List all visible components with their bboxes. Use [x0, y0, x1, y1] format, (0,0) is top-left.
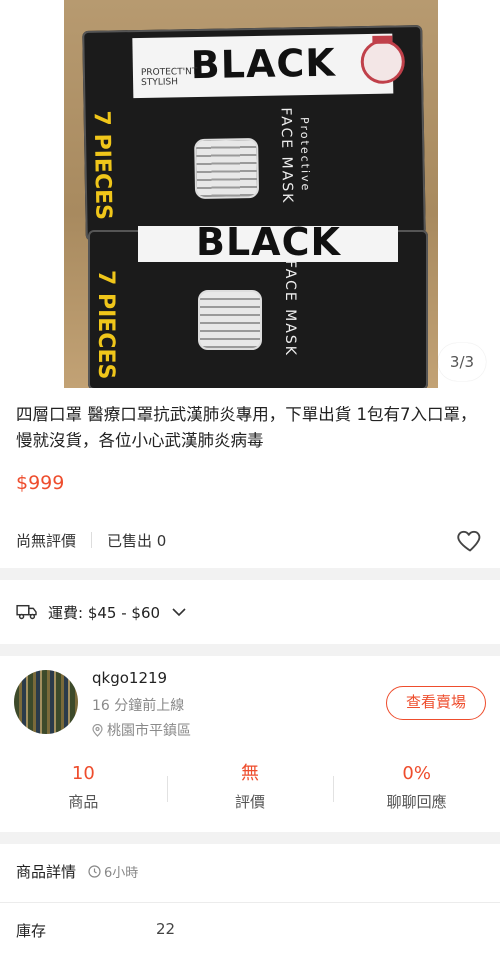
seller-location: 桃園市平鎮區 — [92, 720, 191, 740]
seller-stat-value: 無 — [241, 763, 259, 784]
details-header: 商品詳情 6小時 — [16, 861, 138, 882]
details-time-text: 6小時 — [104, 866, 139, 881]
seller-stats: 10 商品 無 評價 0% 聊聊回應 — [0, 760, 500, 820]
seller-stat-products[interactable]: 10 商品 — [0, 760, 167, 820]
shipping-fee: 運費: $45 - $60 — [48, 603, 161, 622]
product-price: $999 — [16, 472, 65, 494]
package-brand: BLACK — [190, 40, 337, 88]
details-time: 6小時 — [88, 862, 138, 881]
package-pieces: 7 PIECES — [88, 110, 116, 221]
seller-stat-label: 評價 — [235, 793, 266, 811]
product-page: BLACK PROTECT'NT STYLISH 7 PIECES FACE M… — [0, 0, 500, 960]
seller-stat-label: 商品 — [68, 793, 99, 811]
seller-location-text: 桃園市平鎮區 — [107, 723, 191, 739]
divider — [0, 902, 500, 903]
seller-stat-label: 聊聊回應 — [386, 793, 447, 811]
mask-package-bottom: BLACK 7 PIECES FACE MASK — [88, 220, 428, 388]
package-pieces-2: 7 PIECES — [93, 270, 118, 380]
package-protective: Protective — [297, 117, 313, 193]
seller-avatar[interactable] — [14, 670, 78, 734]
package-face-mask: FACE MASK — [277, 107, 296, 205]
stock-label: 庫存 — [16, 922, 47, 940]
seller-name[interactable]: qkgo1219 — [92, 669, 167, 687]
heart-icon[interactable] — [456, 526, 484, 554]
mask-package-top: BLACK PROTECT'NT STYLISH 7 PIECES FACE M… — [82, 25, 426, 241]
seller-stat-chat-response[interactable]: 0% 聊聊回應 — [333, 760, 500, 820]
location-pin-icon — [92, 723, 103, 737]
package-subtitle: PROTECT'NT STYLISH — [140, 66, 198, 88]
shipping-row[interactable]: 運費: $45 - $60 — [16, 598, 186, 626]
package-face-mask-2: FACE MASK — [282, 260, 298, 357]
view-shop-button[interactable]: 查看賣場 — [386, 686, 486, 720]
product-stats: 尚無評價 已售出 0 — [16, 528, 166, 552]
details-heading: 商品詳情 — [16, 863, 77, 881]
image-counter: 3/3 — [438, 343, 486, 381]
stats-divider — [91, 532, 93, 548]
truck-icon — [16, 604, 37, 620]
sold-count: 已售出 0 — [107, 531, 167, 550]
section-gap — [0, 644, 500, 656]
product-title: 四層口罩 醫療口罩抗武漢肺炎專用，下單出貨 1包有7入口罩，慢就沒貨，各位小心武… — [16, 405, 477, 450]
product-image-carousel[interactable]: BLACK PROTECT'NT STYLISH 7 PIECES FACE M… — [0, 0, 500, 388]
section-gap — [0, 568, 500, 580]
product-photo: BLACK PROTECT'NT STYLISH 7 PIECES FACE M… — [64, 0, 438, 388]
section-gap — [0, 832, 500, 844]
rating-text: 尚無評價 — [16, 531, 77, 550]
seller-last-online: 16 分鐘前上線 — [92, 698, 185, 714]
package-brand-2: BLACK — [196, 220, 341, 264]
clock-icon — [88, 865, 101, 878]
stock-value: 22 — [156, 920, 176, 938]
nurse-logo-icon — [360, 39, 406, 85]
seller-stat-value: 10 — [71, 763, 95, 784]
seller-stat-value: 0% — [402, 763, 431, 784]
seller-stat-ratings[interactable]: 無 評價 — [166, 760, 334, 820]
chevron-down-icon[interactable] — [172, 605, 186, 619]
